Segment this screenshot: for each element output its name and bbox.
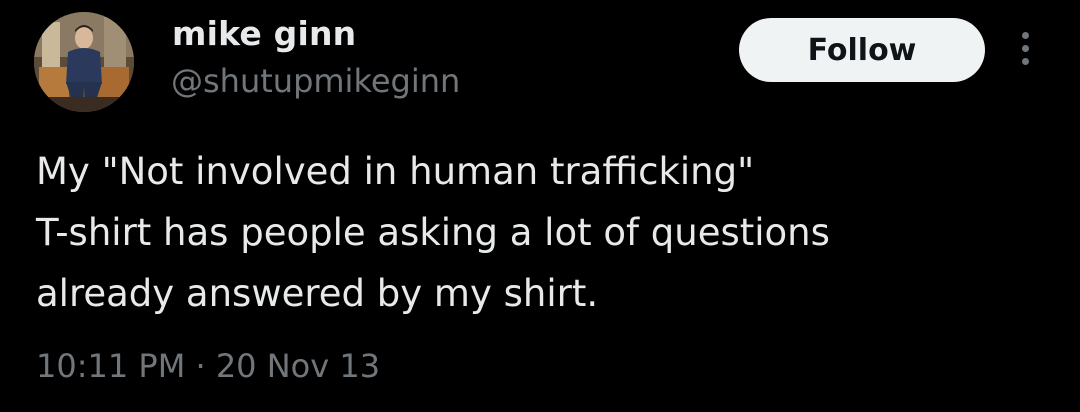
user-handle[interactable]: @shutupmikeginn	[171, 62, 460, 100]
tweet-time[interactable]: 10:11 PM	[36, 347, 185, 385]
tweet-date[interactable]: 20 Nov 13	[216, 347, 380, 385]
avatar[interactable]	[34, 12, 134, 112]
meta-separator: ·	[195, 347, 206, 385]
tweet-meta: 10:11 PM · 20 Nov 13	[36, 347, 380, 385]
tweet-text-line: T-shirt has people asking a lot of quest…	[36, 211, 830, 254]
tweet-text: My "Not involved in human trafficking" T…	[36, 141, 1056, 324]
tweet-text-line: My "Not involved in human trafficking"	[36, 150, 755, 193]
more-vertical-icon[interactable]	[1012, 24, 1040, 72]
tweet-text-line: already answered by my shirt.	[36, 272, 599, 315]
avatar-photo	[34, 12, 134, 112]
display-name[interactable]: mike ginn	[172, 14, 356, 53]
tweet-card: mike ginn @shutupmikeginn Follow My "Not…	[0, 0, 1080, 412]
follow-button[interactable]: Follow	[739, 18, 985, 82]
